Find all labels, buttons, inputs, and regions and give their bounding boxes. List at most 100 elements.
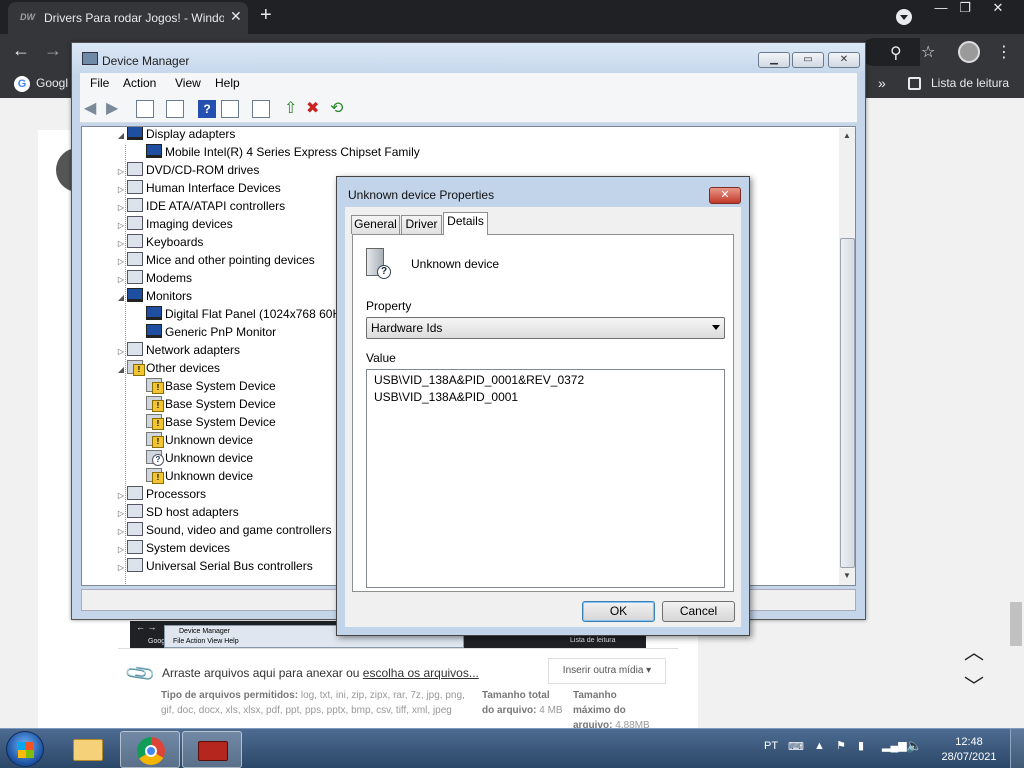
menu-action[interactable]: Action: [123, 76, 156, 90]
tree-category-item[interactable]: ▷ System devices: [115, 539, 230, 557]
tree-category-item[interactable]: ▷ Modems: [115, 269, 192, 287]
back-arrow-icon[interactable]: ◀: [84, 100, 102, 118]
scroll-down-arrow-icon[interactable]: ▼: [843, 571, 851, 580]
tree-category-item[interactable]: ▷ Processors: [115, 485, 206, 503]
console-tree-icon[interactable]: [136, 100, 154, 118]
tree-scrollbar[interactable]: ▲ ▼: [839, 128, 855, 585]
tree-category-item[interactable]: ▷ Universal Serial Bus controllers: [115, 557, 313, 575]
profile-avatar[interactable]: [958, 41, 980, 63]
tree-category-item[interactable]: ▷ IDE ATA/ATAPI controllers: [115, 197, 285, 215]
tree-device-item[interactable]: Digital Flat Panel (1024x768 60Hz): [134, 305, 351, 323]
collapse-icon[interactable]: ◢: [115, 127, 127, 145]
tree-device-item[interactable]: Mobile Intel(R) 4 Series Express Chipset…: [134, 143, 420, 161]
action-center-icon[interactable]: ⚑: [836, 739, 846, 752]
page-scrollbar[interactable]: [1008, 98, 1024, 728]
back-button[interactable]: ←: [12, 40, 30, 61]
device-manager-titlebar[interactable]: Device Manager ▁ ▭ ✕: [72, 43, 865, 73]
insert-media-button[interactable]: Inserir outra mídia ▾: [548, 658, 666, 684]
tree-category-item[interactable]: ▷ Keyboards: [115, 233, 203, 251]
taskbar-chrome[interactable]: [120, 731, 180, 768]
tree-device-item[interactable]: Unknown device: [134, 467, 253, 485]
tree-device-item[interactable]: Base System Device: [134, 377, 276, 395]
action-pane-icon[interactable]: [221, 100, 239, 118]
tree-category-item[interactable]: ◢ Display adapters: [115, 127, 235, 145]
collapse-icon[interactable]: ◢: [115, 289, 127, 307]
device-category-icon: [127, 522, 143, 536]
list-item[interactable]: USB\VID_138A&PID_0001&REV_0372: [374, 373, 584, 387]
tree-category-item[interactable]: ▷ SD host adapters: [115, 503, 239, 521]
list-item[interactable]: USB\VID_138A&PID_0001: [374, 390, 518, 404]
start-button[interactable]: [6, 731, 44, 767]
dialog-close-button[interactable]: ✕: [709, 187, 741, 204]
tree-item-label: Unknown device: [165, 451, 254, 465]
menu-kebab-icon[interactable]: ⋮: [996, 42, 1012, 62]
menu-help[interactable]: Help: [215, 76, 240, 90]
tree-item-label: Processors: [146, 487, 207, 501]
bookmark-star-icon[interactable]: ☆: [921, 42, 935, 62]
scroll-down-icon[interactable]: ﹀: [964, 670, 984, 699]
taskbar-device-manager[interactable]: [182, 731, 242, 768]
restore-icon[interactable]: ❐: [950, 0, 980, 18]
tree-item-label: Base System Device: [165, 379, 276, 393]
tree-category-item[interactable]: ▷ Human Interface Devices: [115, 179, 281, 197]
properties-icon[interactable]: [166, 100, 184, 118]
close-button[interactable]: ✕: [828, 52, 860, 68]
tree-category-item[interactable]: ◢ Monitors: [115, 287, 192, 305]
tree-device-item[interactable]: Unknown device: [134, 431, 253, 449]
forward-arrow-icon[interactable]: ▶: [106, 100, 124, 118]
network-icon[interactable]: ▂▄▆: [882, 739, 907, 752]
reading-list-button[interactable]: Lista de leitura: [908, 76, 1009, 91]
cancel-button[interactable]: Cancel: [662, 601, 735, 622]
tab-close-icon[interactable]: ✕: [230, 8, 242, 25]
tree-device-item[interactable]: Generic PnP Monitor: [134, 323, 276, 341]
tree-category-item[interactable]: ▷ Imaging devices: [115, 215, 233, 233]
expand-icon[interactable]: ▷: [115, 559, 127, 577]
browser-tab[interactable]: DW Drivers Para rodar Jogos! - Windows ✕: [8, 2, 248, 34]
tree-category-item[interactable]: ▷ Sound, video and game controllers: [115, 521, 331, 539]
tree-category-item[interactable]: ◢ Other devices: [115, 359, 220, 377]
tab-search-icon[interactable]: [896, 9, 912, 25]
scan-hardware-icon[interactable]: [252, 100, 270, 118]
scroll-up-arrow-icon[interactable]: ▲: [843, 131, 851, 140]
tree-category-item[interactable]: ▷ Mice and other pointing devices: [115, 251, 315, 269]
new-tab-button[interactable]: +: [260, 4, 272, 27]
tree-device-item[interactable]: Unknown device: [134, 449, 253, 467]
minimize-button[interactable]: ▁: [758, 52, 790, 68]
tree-scrollbar-thumb[interactable]: [840, 238, 855, 568]
tree-category-item[interactable]: ▷ Network adapters: [115, 341, 240, 359]
value-listbox[interactable]: USB\VID_138A&PID_0001&REV_0372 USB\VID_1…: [366, 369, 725, 588]
enable-device-icon[interactable]: ⟲: [330, 100, 348, 118]
update-driver-icon[interactable]: ⇧: [284, 100, 302, 118]
uninstall-icon[interactable]: ✖: [306, 100, 324, 118]
menu-view[interactable]: View: [175, 76, 201, 90]
attachment-area[interactable]: 📎 Arraste arquivos aqui para anexar ou e…: [118, 648, 678, 731]
page-scrollbar-thumb[interactable]: [1010, 602, 1022, 646]
property-dropdown[interactable]: Hardware Ids: [366, 317, 725, 339]
ok-button[interactable]: OK: [582, 601, 655, 622]
zoom-icon[interactable]: ⚲: [890, 43, 902, 63]
tree-device-item[interactable]: Base System Device: [134, 413, 276, 431]
show-hidden-icons[interactable]: ▲: [814, 740, 825, 752]
scroll-up-icon[interactable]: ︿: [964, 636, 984, 665]
forward-button[interactable]: →: [44, 40, 62, 61]
bookmarks-overflow-icon[interactable]: »: [878, 75, 886, 91]
tab-details[interactable]: Details: [443, 212, 488, 235]
volume-icon[interactable]: 🔈: [906, 738, 922, 754]
system-clock[interactable]: 12:48 28/07/2021: [936, 735, 1002, 765]
taskbar-explorer[interactable]: [58, 731, 118, 768]
tree-device-item[interactable]: Base System Device: [134, 395, 276, 413]
tab-general[interactable]: General: [351, 215, 400, 234]
maximize-button[interactable]: ▭: [792, 52, 824, 68]
collapse-icon[interactable]: ◢: [115, 361, 127, 379]
tree-category-item[interactable]: ▷ DVD/CD-ROM drives: [115, 161, 259, 179]
choose-files-link[interactable]: escolha os arquivos...: [363, 666, 479, 680]
show-desktop-button[interactable]: [1010, 729, 1024, 768]
language-indicator[interactable]: PT: [764, 740, 778, 752]
help-icon[interactable]: ?: [198, 100, 216, 118]
power-icon[interactable]: ▮: [858, 739, 864, 752]
tab-driver[interactable]: Driver: [401, 215, 442, 234]
close-window-icon[interactable]: ✕: [983, 0, 1013, 18]
menu-file[interactable]: File: [90, 76, 109, 90]
keyboard-icon[interactable]: ⌨: [788, 740, 804, 753]
bookmark-google[interactable]: G Googl: [14, 76, 68, 92]
